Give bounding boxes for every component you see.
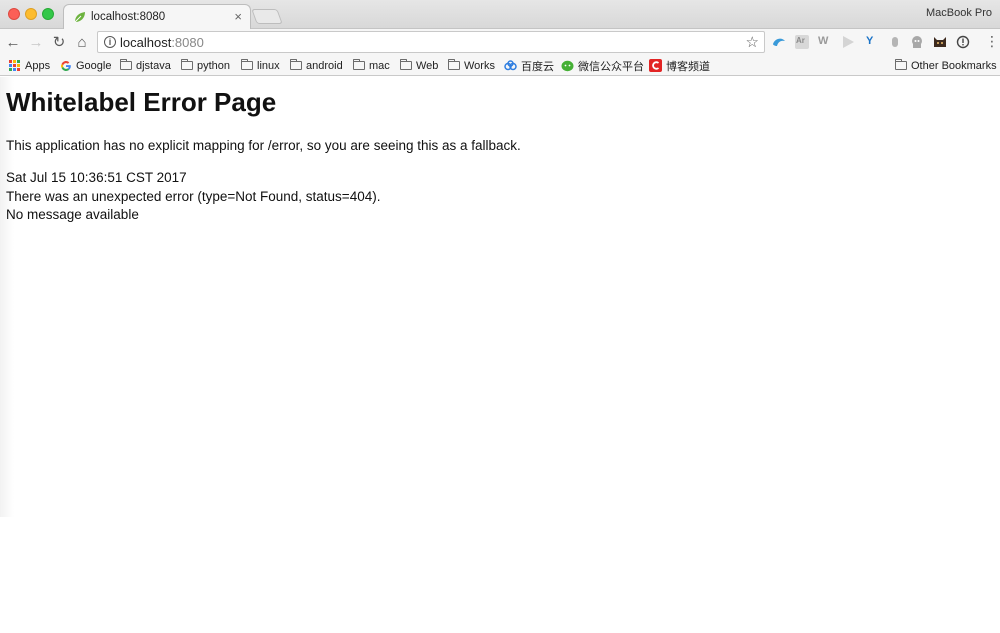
spring-leaf-icon (74, 12, 85, 23)
bookmark-blog-label: 博客频道 (666, 60, 710, 73)
bookmark-folder-djstava[interactable]: djstava (120, 57, 171, 74)
ext-w-icon[interactable]: W (818, 34, 828, 48)
folder-icon (241, 59, 253, 70)
error-timestamp: Sat Jul 15 10:36:51 CST 2017 (6, 170, 187, 185)
apps-grid-icon (9, 60, 20, 71)
bookmark-baidu-cloud[interactable]: 百度云 (504, 57, 554, 74)
bookmark-folder-label: djstava (136, 59, 171, 72)
ext-ar-icon[interactable]: Ar (795, 35, 809, 49)
back-button[interactable]: ← (4, 33, 22, 51)
google-g-icon (61, 60, 71, 71)
bookmark-folder-label: android (306, 59, 343, 72)
bookmark-folder-mac[interactable]: mac (353, 57, 390, 74)
url-text[interactable]: localhost:8080 (120, 35, 204, 50)
bookmark-folder-linux[interactable]: linux (241, 57, 280, 74)
folder-icon (181, 59, 193, 70)
error-description: This application has no explicit mapping… (6, 138, 521, 153)
browser-menu-icon[interactable]: ⋮ (985, 33, 999, 49)
bookmark-folder-label: Web (416, 59, 439, 72)
folder-icon (290, 59, 302, 70)
folder-icon (353, 59, 365, 70)
page-content: Whitelabel Error Page This application h… (0, 77, 1000, 633)
bookmark-wechat[interactable]: 微信公众平台 (561, 57, 644, 74)
ext-alert-icon[interactable] (956, 35, 970, 49)
bookmark-apps-label: Apps (25, 59, 51, 72)
browser-tab[interactable]: localhost:8080 × (63, 4, 251, 30)
bookmark-folder-android[interactable]: android (290, 57, 343, 74)
ext-ghost-icon[interactable] (910, 35, 924, 49)
ext-swirl-icon[interactable] (772, 35, 786, 49)
bookmark-google[interactable]: Google (60, 57, 111, 74)
forward-button[interactable]: → (27, 33, 45, 51)
error-message: No message available (6, 207, 139, 222)
ext-y-icon[interactable]: Y (866, 34, 873, 48)
error-status-line: There was an unexpected error (type=Not … (6, 188, 381, 204)
window-close-button[interactable] (8, 8, 20, 20)
tab-close-icon[interactable]: × (234, 9, 242, 25)
page-title: Whitelabel Error Page (6, 87, 277, 117)
baidu-cloud-icon (504, 60, 517, 71)
bookmark-folder-web[interactable]: Web (400, 57, 438, 74)
folder-icon (895, 59, 907, 70)
tab-strip: localhost:8080 × MacBook Pro (0, 0, 1000, 30)
bookmark-folder-label: linux (257, 59, 280, 72)
browser-toolbar: ← → ↻ ⌂ i localhost:8080 ☆ Ar W Y ⋮ (0, 29, 1000, 55)
bookmark-folder-label: python (197, 59, 231, 72)
bookmark-apps[interactable]: Apps (9, 57, 50, 74)
machine-label: MacBook Pro (925, 7, 992, 19)
bookmark-other[interactable]: Other Bookmarks (895, 57, 997, 74)
bookmark-other-label: Other Bookmarks (911, 59, 997, 72)
ext-ar-label: Ar (796, 36, 805, 45)
ext-cat-icon[interactable] (933, 35, 947, 49)
bookmark-blog[interactable]: 博客频道 (649, 57, 710, 74)
error-details: Sat Jul 15 10:36:51 CST 2017 There was a… (6, 169, 380, 225)
home-button[interactable]: ⌂ (73, 33, 91, 51)
bookmark-folder-works[interactable]: Works (448, 57, 495, 74)
bookmark-star-icon[interactable]: ☆ (746, 33, 759, 51)
window-minimize-button[interactable] (25, 8, 37, 20)
window-maximize-button[interactable] (42, 8, 54, 20)
bookmark-folder-label: mac (369, 59, 390, 72)
csdn-c-icon (649, 59, 662, 72)
wechat-icon (561, 60, 574, 71)
site-info-icon[interactable]: i (104, 36, 116, 48)
bookmark-wechat-label: 微信公众平台 (578, 60, 644, 73)
bookmark-folder-python[interactable]: python (181, 57, 230, 74)
reload-button[interactable]: ↻ (50, 33, 68, 51)
folder-icon (120, 59, 132, 70)
ext-hand-icon[interactable] (888, 35, 902, 49)
url-port: :8080 (171, 35, 204, 50)
address-bar[interactable]: i localhost:8080 ☆ (97, 31, 765, 53)
folder-icon (448, 59, 460, 70)
bookmarks-bar: Apps Google djstava python linux android… (0, 55, 1000, 76)
bookmark-folder-label: Works (464, 59, 495, 72)
ext-play-icon[interactable] (841, 35, 855, 49)
bookmark-google-label: Google (76, 59, 112, 72)
url-host: localhost (120, 35, 172, 50)
folder-icon (400, 59, 412, 70)
new-tab-button[interactable] (251, 9, 283, 24)
tab-title: localhost:8080 (91, 11, 166, 23)
bookmark-baidu-label: 百度云 (521, 60, 554, 73)
